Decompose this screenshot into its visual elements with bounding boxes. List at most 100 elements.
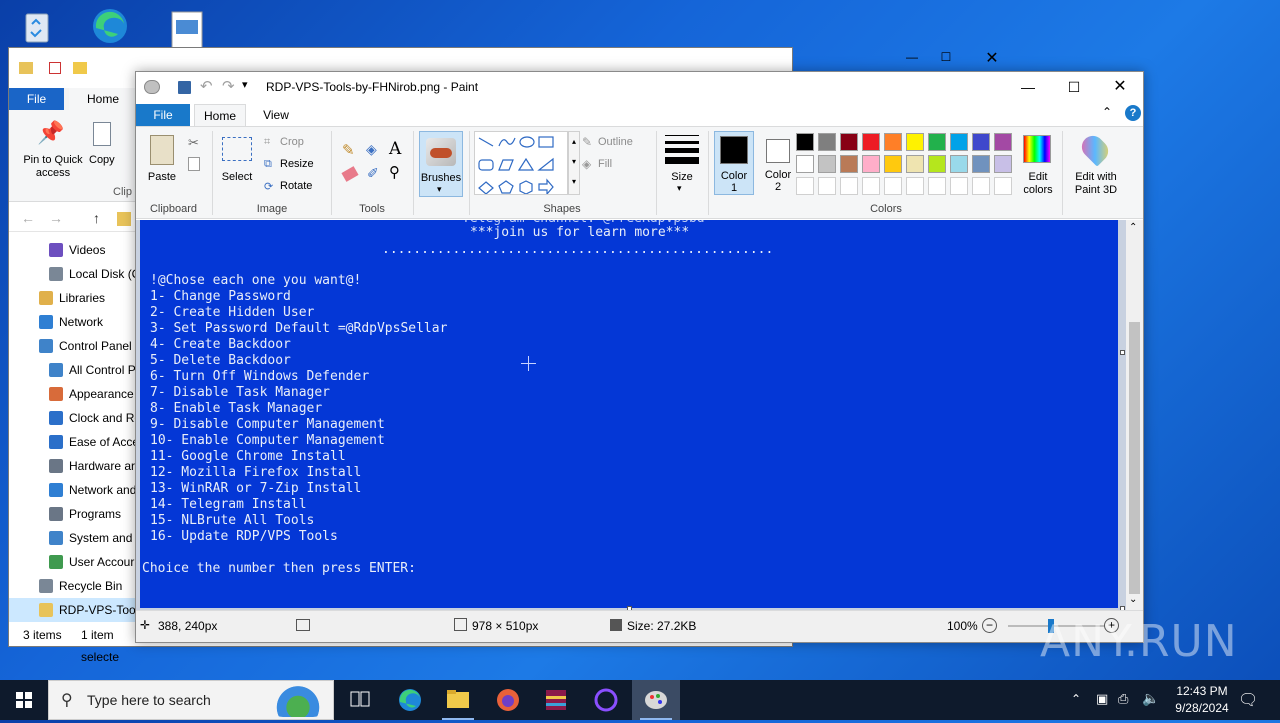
volume-tray-icon[interactable]: 🔈 xyxy=(1142,690,1159,707)
color2-button[interactable]: Color 2 xyxy=(758,131,798,195)
palette-swatch[interactable] xyxy=(950,133,968,151)
zoom-out-button[interactable]: − xyxy=(982,618,997,633)
palette-swatch[interactable] xyxy=(906,133,924,151)
pencil-icon[interactable]: ✎ xyxy=(342,141,355,159)
clock-date[interactable]: 9/28/2024 xyxy=(1166,701,1238,715)
ethernet-tray-icon[interactable]: ⎙ xyxy=(1118,691,1128,707)
vertical-scrollbar[interactable]: ⌃ ⌄ xyxy=(1126,220,1143,610)
maximize-button[interactable]: ☐ xyxy=(931,50,961,64)
eraser-icon[interactable] xyxy=(341,166,359,182)
tab-file[interactable]: File xyxy=(136,104,190,126)
palette-swatch[interactable] xyxy=(972,177,990,195)
tab-file[interactable]: File xyxy=(9,88,64,110)
paint-taskbar-icon[interactable] xyxy=(632,680,680,720)
shapes-gallery[interactable] xyxy=(474,131,568,196)
crop-button[interactable]: Crop xyxy=(280,136,304,148)
size-button[interactable]: Size xyxy=(662,171,702,183)
winrar-taskbar-icon[interactable] xyxy=(532,680,580,720)
nav-item[interactable]: Clock and Re xyxy=(9,406,139,430)
nav-item[interactable]: Network xyxy=(9,310,139,334)
palette-swatch[interactable] xyxy=(840,177,858,195)
palette-swatch[interactable] xyxy=(818,133,836,151)
nav-item[interactable]: Recycle Bin xyxy=(9,574,139,598)
notifications-icon[interactable]: 🗨 xyxy=(1238,690,1258,710)
save-icon[interactable] xyxy=(178,81,191,94)
back-arrow-icon[interactable]: ← xyxy=(21,210,35,226)
nav-item[interactable]: Programs xyxy=(9,502,139,526)
pin-to-quick-access-button[interactable]: Pin to Quick access xyxy=(15,154,91,180)
palette-swatch[interactable] xyxy=(862,133,880,151)
paint-close-button[interactable]: ✕ xyxy=(1097,72,1143,102)
start-button[interactable] xyxy=(0,680,48,720)
new-folder-icon[interactable] xyxy=(73,62,87,74)
shapes-scroll[interactable]: ▴ ▾ ▾ xyxy=(568,131,580,195)
palette-swatch[interactable] xyxy=(994,177,1012,195)
select-button[interactable]: Select xyxy=(218,171,256,183)
help-icon[interactable]: ? xyxy=(1125,105,1141,121)
palette-swatch[interactable] xyxy=(950,155,968,173)
taskbar-search-box[interactable]: ⚲ Type here to search xyxy=(48,680,334,720)
app-taskbar-icon[interactable] xyxy=(582,680,630,720)
palette-swatch[interactable] xyxy=(928,177,946,195)
nav-item[interactable]: Network and xyxy=(9,478,139,502)
canvas-resize-handle[interactable] xyxy=(1120,350,1125,355)
palette-swatch[interactable] xyxy=(818,155,836,173)
nav-item[interactable]: Libraries xyxy=(9,286,139,310)
palette-swatch[interactable] xyxy=(796,177,814,195)
tray-overflow-icon[interactable]: ⌃ xyxy=(1071,692,1081,706)
scroll-up-icon[interactable]: ⌃ xyxy=(1129,222,1137,233)
edit-colors-button[interactable]: Edit colors xyxy=(1018,171,1058,197)
close-button[interactable]: ✕ xyxy=(977,48,1007,68)
palette-swatch[interactable] xyxy=(884,177,902,195)
redo-icon[interactable]: ↷ xyxy=(222,77,235,95)
minimize-button[interactable]: — xyxy=(897,50,927,64)
tab-view[interactable]: View xyxy=(252,104,300,126)
rotate-button[interactable]: Rotate xyxy=(280,180,312,192)
fill-button[interactable]: Fill xyxy=(598,158,612,170)
palette-swatch[interactable] xyxy=(950,177,968,195)
copy-button[interactable]: Copy xyxy=(89,154,115,166)
palette-swatch[interactable] xyxy=(972,133,990,151)
nav-item[interactable]: User Accour xyxy=(9,550,139,574)
outline-button[interactable]: Outline xyxy=(598,136,633,148)
paint-minimize-button[interactable]: — xyxy=(1005,72,1051,102)
palette-swatch[interactable] xyxy=(884,155,902,173)
palette-swatch[interactable] xyxy=(862,177,880,195)
undo-icon[interactable]: ↶ xyxy=(200,77,213,95)
nav-item[interactable]: RDP-VPS-Tool xyxy=(9,598,139,622)
color1-button[interactable]: Color 1 xyxy=(714,131,754,195)
image-canvas[interactable]: Telegram Channel: @FreeRdpVpsbd ***join … xyxy=(140,220,1118,608)
nav-item[interactable]: Local Disk (C xyxy=(9,262,139,286)
paint-maximize-button[interactable]: ☐ xyxy=(1051,72,1097,102)
customize-qat-icon[interactable]: ▾ xyxy=(242,78,248,91)
brushes-button[interactable]: Brushes ▾ xyxy=(419,131,463,197)
tab-home[interactable]: Home xyxy=(194,104,246,126)
palette-swatch[interactable] xyxy=(994,155,1012,173)
palette-swatch[interactable] xyxy=(906,177,924,195)
explorer-titlebar[interactable]: — ☐ ✕ xyxy=(9,48,999,74)
network-tray-icon[interactable]: ▣ xyxy=(1096,691,1108,707)
palette-swatch[interactable] xyxy=(994,133,1012,151)
nav-item[interactable]: Videos xyxy=(9,238,139,262)
file-explorer-taskbar-icon[interactable] xyxy=(434,680,482,720)
collapse-ribbon-icon[interactable]: ⌃ xyxy=(1102,105,1112,119)
nav-item[interactable]: Control Panel xyxy=(9,334,139,358)
text-icon[interactable]: A xyxy=(389,139,401,159)
nav-item[interactable]: Ease of Acce xyxy=(9,430,139,454)
edit-with-paint3d-button[interactable]: Edit with Paint 3D xyxy=(1066,171,1126,197)
cut-icon[interactable]: ✂ xyxy=(188,135,199,151)
palette-swatch[interactable] xyxy=(796,133,814,151)
palette-swatch[interactable] xyxy=(840,133,858,151)
firefox-taskbar-icon[interactable] xyxy=(484,680,532,720)
fill-bucket-icon[interactable]: ◈ xyxy=(366,141,377,158)
magnifier-icon[interactable]: ⚲ xyxy=(389,163,400,181)
paint-window[interactable]: ↶ ↷ ▾ RDP-VPS-Tools-by-FHNirob.png - Pai… xyxy=(135,71,1144,643)
clock-time[interactable]: 12:43 PM xyxy=(1170,684,1234,698)
tab-home[interactable]: Home xyxy=(69,88,137,110)
copy-icon[interactable] xyxy=(188,157,200,171)
palette-swatch[interactable] xyxy=(906,155,924,173)
up-arrow-icon[interactable]: ↑ xyxy=(93,210,100,226)
image-file-desktop-icon[interactable] xyxy=(166,10,210,50)
paint-titlebar[interactable]: ↶ ↷ ▾ RDP-VPS-Tools-by-FHNirob.png - Pai… xyxy=(136,72,1143,102)
edge-taskbar-icon[interactable] xyxy=(386,680,434,720)
